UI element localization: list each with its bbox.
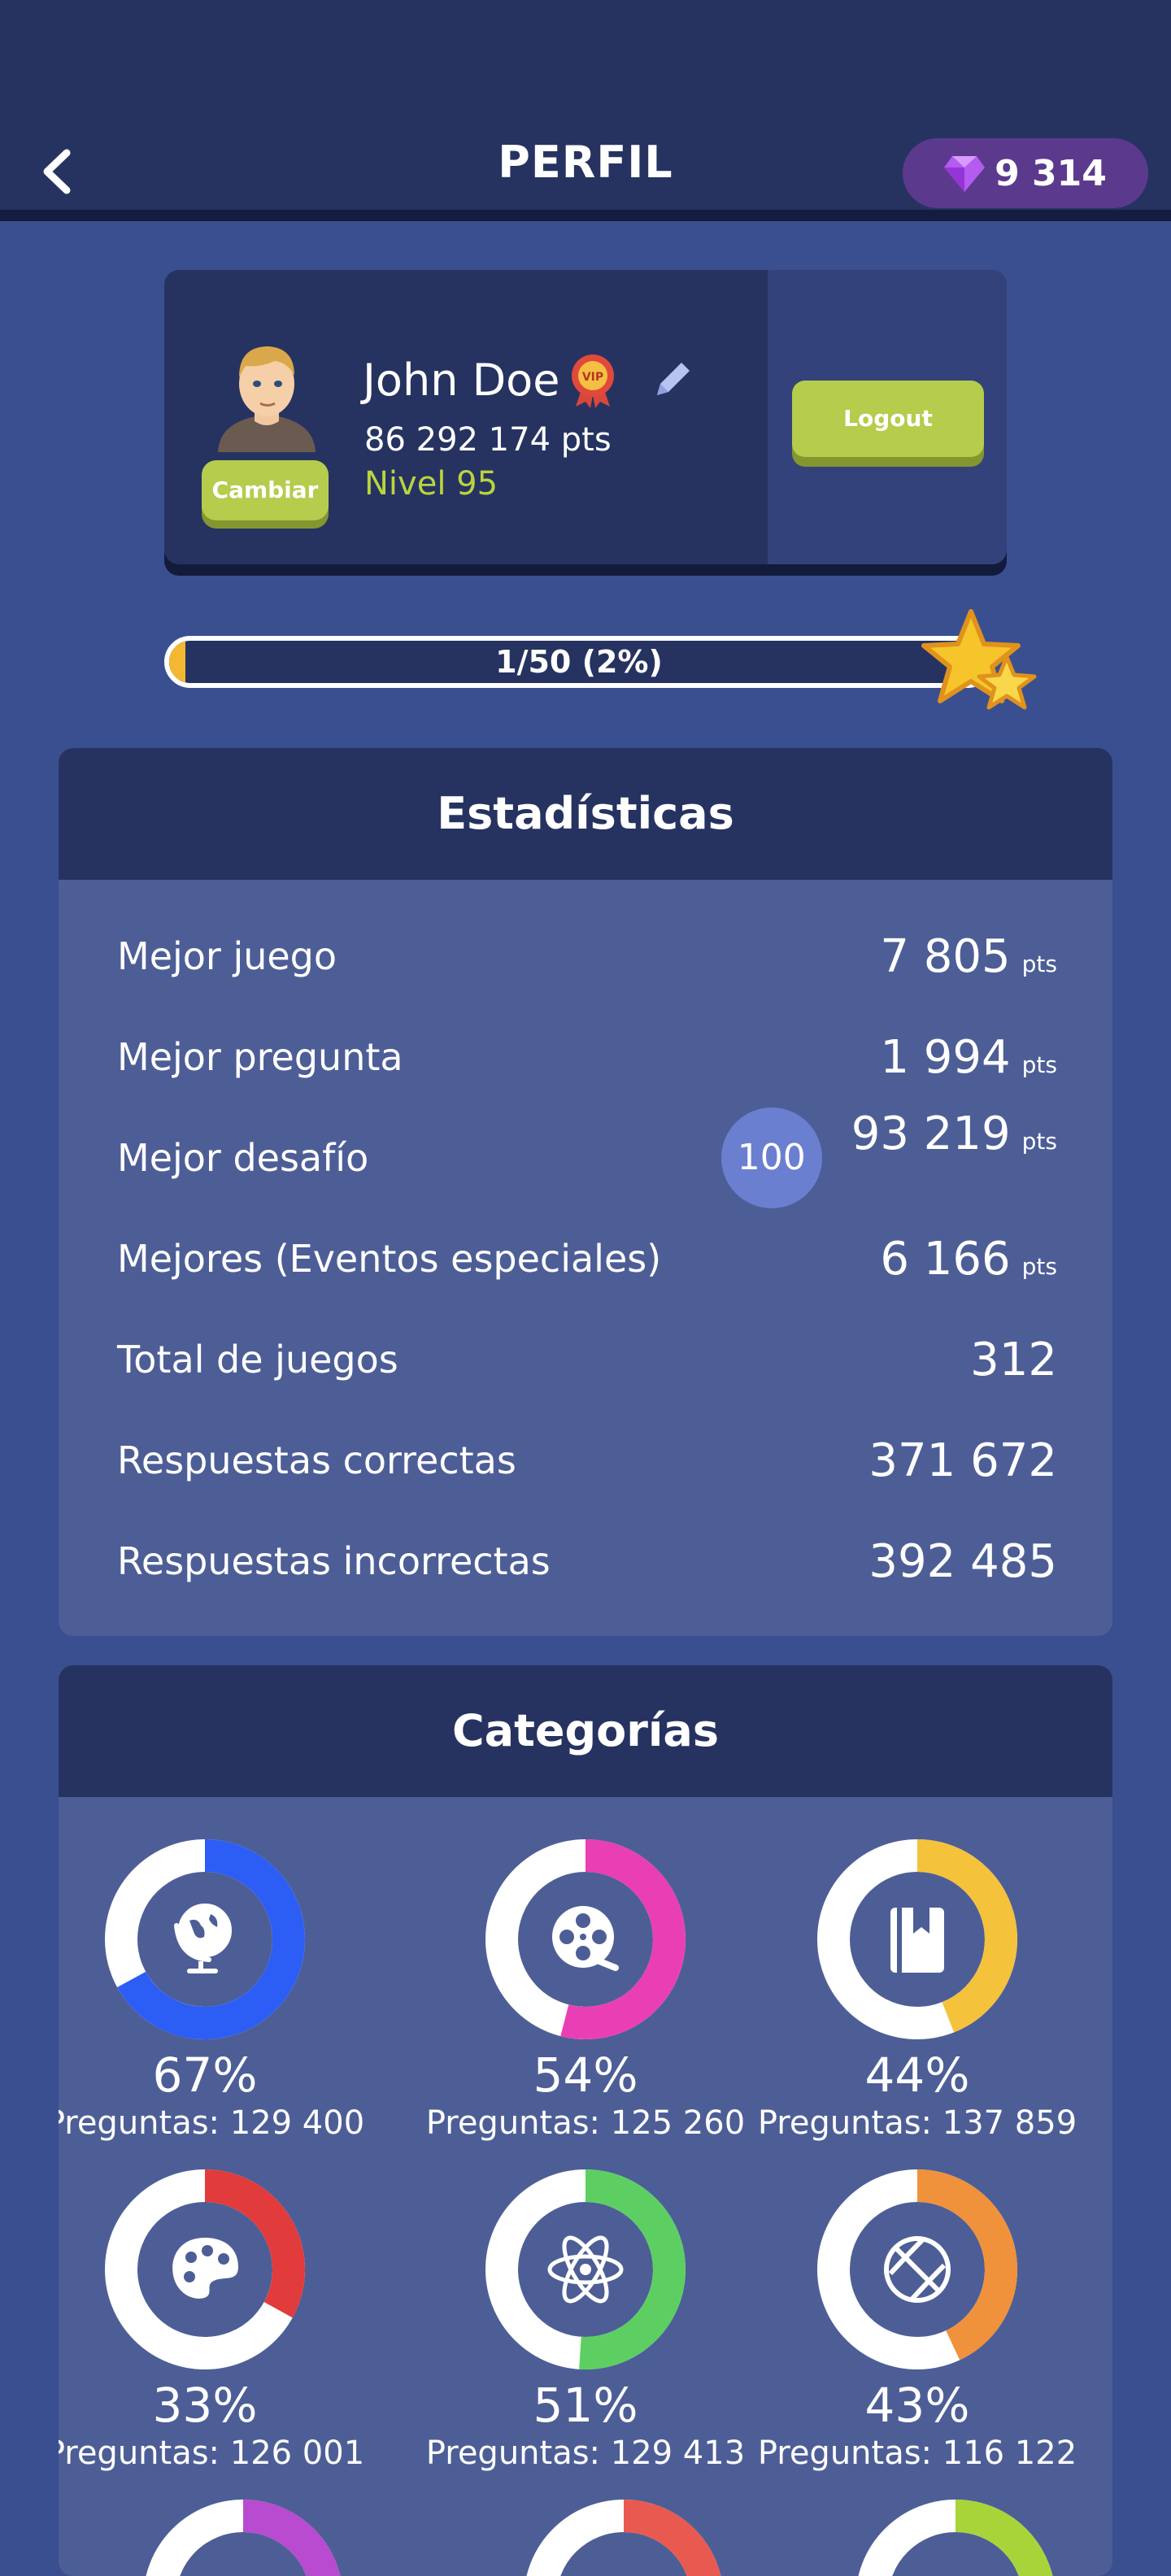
stat-label: Respuestas correctas bbox=[117, 1438, 516, 1482]
stat-unit: pts bbox=[1021, 1051, 1057, 1078]
stat-value: 392 485 bbox=[868, 1534, 1057, 1588]
progress-ring-partial bbox=[143, 2500, 343, 2576]
category-science[interactable]: 51% Preguntas: 129 413 bbox=[423, 2169, 748, 2472]
svg-text:VIP: VIP bbox=[582, 371, 603, 384]
progress-ring bbox=[105, 2169, 305, 2369]
stat-row-total-games: Total de juegos 312 bbox=[117, 1319, 1057, 1400]
categories-panel: Categorías 67% Preguntas: 129 400 54% Pr… bbox=[59, 1665, 1112, 2576]
progress-ring-partial bbox=[524, 2500, 724, 2576]
category-percent: 43% bbox=[864, 2378, 970, 2433]
stat-row-best-game: Mejor juego 7 805 pts bbox=[117, 916, 1057, 997]
progress-ring bbox=[817, 1839, 1017, 2039]
stat-value: 1 994 bbox=[880, 1030, 1011, 1084]
stat-label: Mejor desafío bbox=[117, 1136, 369, 1180]
category-percent: 54% bbox=[533, 2047, 638, 2103]
statistics-title: Estadísticas bbox=[59, 748, 1112, 880]
stat-value: 371 672 bbox=[868, 1434, 1057, 1487]
stat-label: Respuestas incorrectas bbox=[117, 1539, 551, 1583]
stat-row-incorrect-answers: Respuestas incorrectas 392 485 bbox=[117, 1521, 1057, 1602]
stat-label: Total de juegos bbox=[117, 1338, 398, 1382]
user-points: 86 292 174 pts bbox=[364, 421, 612, 459]
star-icon bbox=[921, 609, 1037, 710]
pencil-icon[interactable] bbox=[649, 356, 696, 403]
book-icon bbox=[890, 1908, 944, 1973]
level-progress-bar: 1/50 (2%) bbox=[164, 636, 994, 688]
category-percent: 44% bbox=[864, 2047, 970, 2103]
stat-row-best-challenge: Mejor desafío 100 93 219 pts bbox=[117, 1107, 1057, 1208]
categories-title: Categorías bbox=[59, 1665, 1112, 1797]
category-questions: Preguntas: 116 122 bbox=[757, 2435, 1077, 2472]
stat-label: Mejor juego bbox=[117, 934, 337, 978]
category-questions: Preguntas: 125 260 bbox=[425, 2104, 746, 2142]
profile-card: Cambiar John Doe VIP 86 292 174 pts Nive… bbox=[164, 270, 1007, 564]
category-sports[interactable]: 43% Preguntas: 116 122 bbox=[755, 2169, 1080, 2472]
change-avatar-button[interactable]: Cambiar bbox=[202, 460, 329, 520]
progress-ring bbox=[485, 1839, 686, 2039]
challenge-badge: 100 bbox=[720, 1107, 822, 1208]
category-questions: Preguntas: 129 413 bbox=[425, 2435, 746, 2472]
category-questions: Preguntas: 137 859 bbox=[757, 2104, 1077, 2142]
category-questions: Preguntas: 129 400 bbox=[59, 2104, 365, 2142]
top-bar: PERFIL 9 314 bbox=[0, 0, 1171, 221]
stat-unit: pts bbox=[1021, 1128, 1057, 1155]
basketball-icon bbox=[884, 2236, 951, 2303]
category-geography[interactable]: 67% Preguntas: 129 400 bbox=[59, 1839, 368, 2142]
category-percent: 33% bbox=[152, 2378, 258, 2433]
stat-unit: pts bbox=[1021, 950, 1057, 977]
progress-ring bbox=[817, 2169, 1017, 2369]
stat-label: Mejores (Eventos especiales) bbox=[117, 1237, 662, 1281]
gem-count: 9 314 bbox=[995, 152, 1107, 194]
progress-ring bbox=[105, 1839, 305, 2039]
category-percent: 67% bbox=[152, 2047, 258, 2103]
gem-icon bbox=[944, 156, 986, 192]
stat-label: Mejor pregunta bbox=[117, 1035, 403, 1079]
stat-row-best-question: Mejor pregunta 1 994 pts bbox=[117, 1016, 1057, 1098]
gems-counter[interactable]: 9 314 bbox=[903, 138, 1148, 208]
stat-value: 6 166 bbox=[880, 1232, 1011, 1286]
category-literature[interactable]: 44% Preguntas: 137 859 bbox=[755, 1839, 1080, 2142]
stat-value: 93 219 bbox=[851, 1107, 1011, 1160]
stat-value: 312 bbox=[970, 1333, 1057, 1386]
category-questions: Preguntas: 126 001 bbox=[59, 2435, 365, 2472]
category-entertainment[interactable]: 54% Preguntas: 125 260 bbox=[423, 1839, 748, 2142]
logout-button[interactable]: Logout bbox=[792, 381, 984, 457]
stat-row-correct-answers: Respuestas correctas 371 672 bbox=[117, 1420, 1057, 1501]
user-name: John Doe bbox=[363, 354, 560, 406]
category-art[interactable]: 33% Preguntas: 126 001 bbox=[59, 2169, 368, 2472]
stat-value: 7 805 bbox=[880, 929, 1011, 983]
vip-medal-icon: VIP bbox=[572, 355, 615, 408]
stat-unit: pts bbox=[1021, 1252, 1057, 1280]
category-percent: 51% bbox=[533, 2378, 638, 2433]
progress-label: 1/50 (2%) bbox=[495, 644, 663, 680]
statistics-panel: Estadísticas Mejor juego 7 805 pts Mejor… bbox=[59, 748, 1112, 1636]
user-level: Nivel 95 bbox=[364, 465, 498, 503]
progress-ring-partial bbox=[855, 2500, 1056, 2576]
stat-row-special-events: Mejores (Eventos especiales) 6 166 pts bbox=[117, 1218, 1057, 1299]
avatar bbox=[218, 346, 316, 452]
progress-ring bbox=[485, 2169, 686, 2369]
